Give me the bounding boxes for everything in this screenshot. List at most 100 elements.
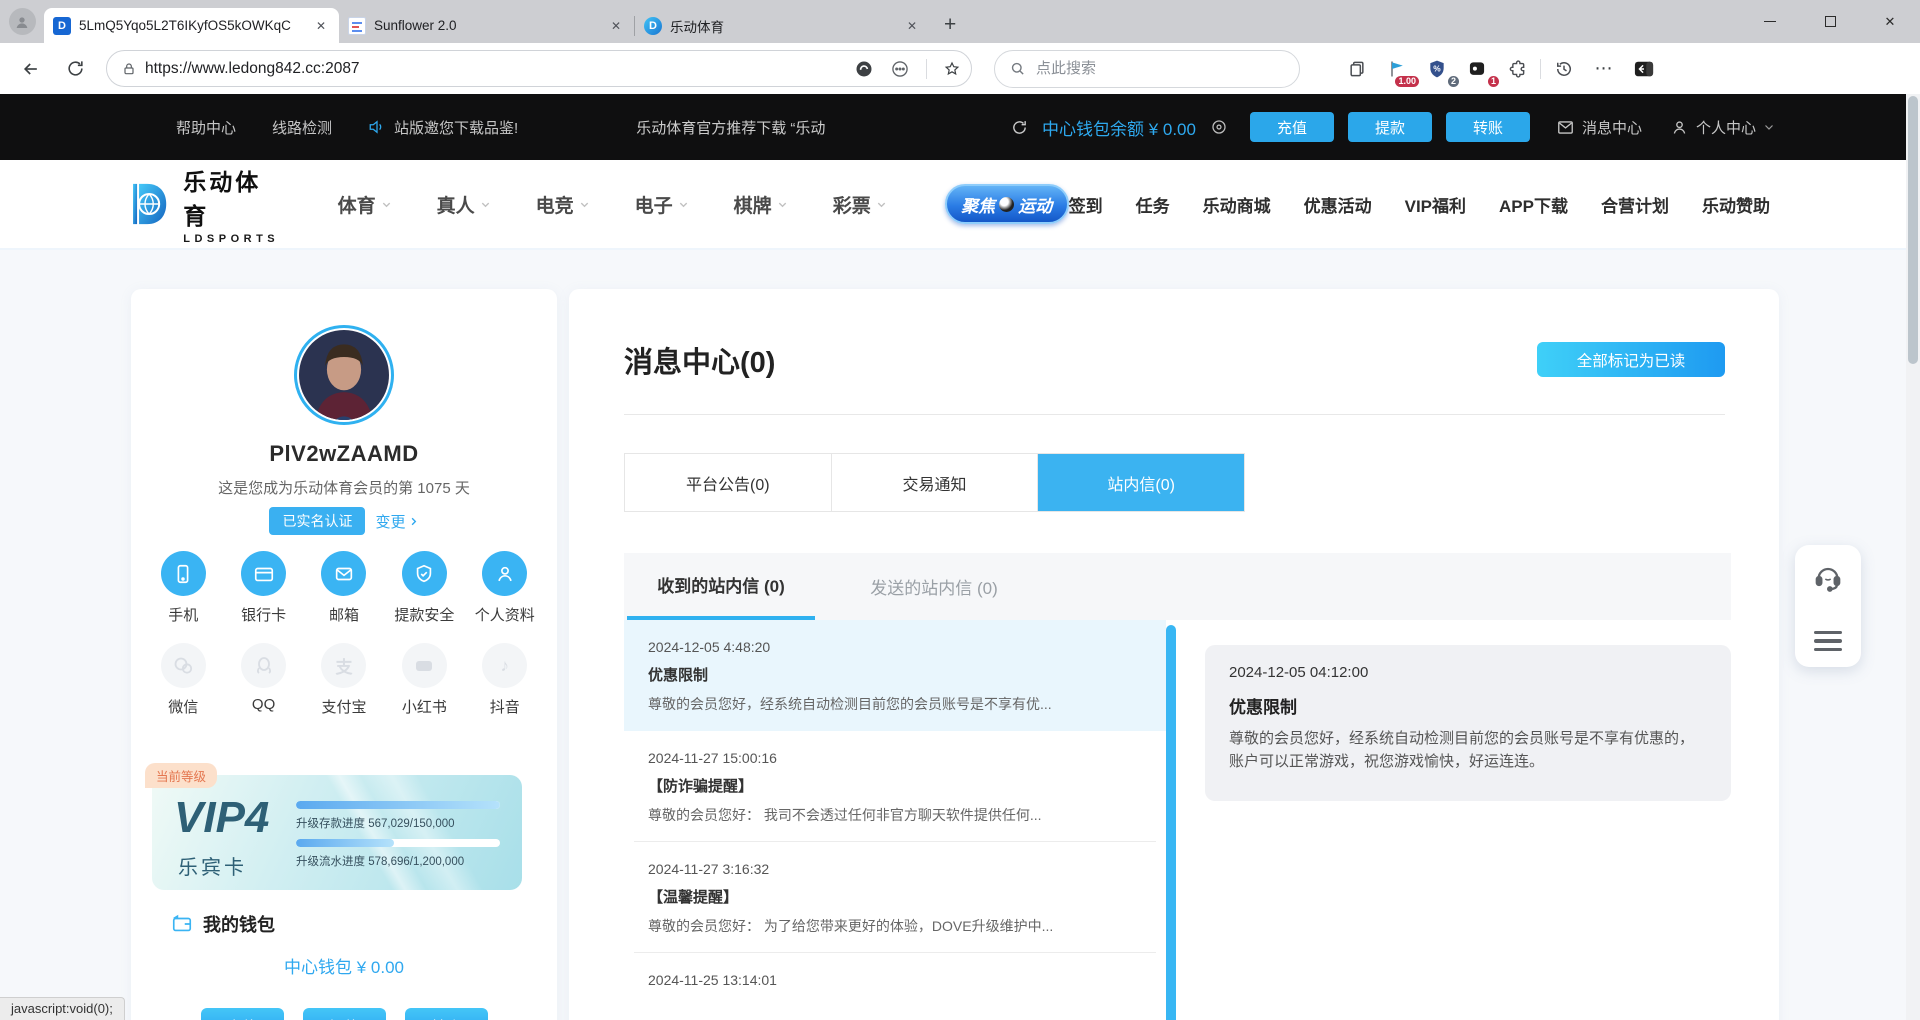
nav-link-checkin[interactable]: 签到 xyxy=(1069,192,1103,217)
message-center-link[interactable]: 消息中心 xyxy=(1556,117,1642,138)
nav-menu-slots[interactable]: 电子 xyxy=(635,191,689,218)
deposit-button[interactable]: 充值 xyxy=(1250,112,1334,142)
message-date: 2024-11-27 15:00:16 xyxy=(648,750,1142,766)
social-item-douyin[interactable]: ♪ 抖音 xyxy=(465,643,545,717)
personal-center-link[interactable]: 个人中心 xyxy=(1670,117,1775,138)
history-icon[interactable] xyxy=(1547,52,1581,86)
search-input[interactable] xyxy=(1036,60,1285,77)
tab-close-icon[interactable]: ✕ xyxy=(312,17,330,35)
collections-icon[interactable] xyxy=(1340,52,1374,86)
customer-service-headset-icon[interactable] xyxy=(1812,561,1844,593)
help-center-link[interactable]: 帮助中心 xyxy=(176,117,236,138)
nav-link-vip[interactable]: VIP福利 xyxy=(1405,192,1466,217)
maximize-button[interactable] xyxy=(1800,0,1860,43)
chevron-down-icon xyxy=(777,199,788,210)
tab-transaction-notices[interactable]: 交易通知 xyxy=(832,454,1039,511)
security-item-bankcard[interactable]: 银行卡 xyxy=(223,551,303,625)
address-bar[interactable]: https://www.ledong842.cc:2087 xyxy=(106,50,972,87)
tab2-favicon-icon xyxy=(348,17,366,35)
nav-menu-sports[interactable]: 体育 xyxy=(338,191,392,218)
security-item-email[interactable]: 邮箱 xyxy=(304,551,384,625)
tab-close-icon[interactable]: ✕ xyxy=(903,17,921,35)
minimize-button[interactable] xyxy=(1740,0,1800,43)
invite-text: 站版邀您下载品鉴! xyxy=(394,117,518,138)
line-check-link[interactable]: 线路检测 xyxy=(272,117,332,138)
sidebar-withdraw-button[interactable]: 提款 xyxy=(303,1008,386,1020)
message-item[interactable]: 2024-11-27 15:00:16 【防诈骗提醒】 尊敬的会员您好： 我司不… xyxy=(624,731,1166,842)
transfer-button[interactable]: 转账 xyxy=(1446,112,1530,142)
subtab-received-mail[interactable]: 收到的站内信 (0) xyxy=(627,553,815,620)
vip-level-card[interactable]: 当前等级 VIP4 乐宾卡 升级存款进度 567,029/150,000 升级流… xyxy=(152,775,522,890)
tab-platform-announcements[interactable]: 平台公告(0) xyxy=(625,454,832,511)
message-item[interactable]: 2024-12-05 4:48:20 优惠限制 尊敬的会员您好，经系统自动检测目… xyxy=(624,620,1166,731)
floating-service-widget xyxy=(1795,545,1861,667)
favorite-star-icon[interactable] xyxy=(943,60,961,78)
nav-link-app[interactable]: APP下载 xyxy=(1499,192,1568,217)
sidebar-deposit-button[interactable]: 充值 xyxy=(201,1008,284,1020)
message-title: 优惠限制 xyxy=(648,664,1142,685)
more-menu-icon[interactable]: ⋯ xyxy=(1587,52,1621,86)
tab-close-icon[interactable]: ✕ xyxy=(607,17,625,35)
refresh-icon[interactable] xyxy=(58,52,92,86)
message-list-scrollbar[interactable] xyxy=(1166,625,1176,1020)
nav-link-mall[interactable]: 乐动商城 xyxy=(1203,192,1271,217)
quick-search-box[interactable] xyxy=(994,50,1300,88)
nav-menu-esports[interactable]: 电竞 xyxy=(536,191,590,218)
shield-extension-icon[interactable]: % 2 xyxy=(1420,52,1454,86)
message-item[interactable]: 2024-11-27 3:16:32 【温馨提醒】 尊敬的会员您好： 为了给您带… xyxy=(624,842,1166,953)
user-icon xyxy=(482,551,527,596)
page-scrollbar[interactable] xyxy=(1906,94,1920,1020)
avatar[interactable] xyxy=(294,325,394,425)
tab-title: 乐动体育 xyxy=(670,16,895,36)
extensions-puzzle-icon[interactable] xyxy=(1500,52,1534,86)
nav-menu-live[interactable]: 真人 xyxy=(437,191,491,218)
scrollbar-thumb[interactable] xyxy=(1908,96,1918,364)
subtab-sent-mail[interactable]: 发送的站内信 (0) xyxy=(849,553,1019,620)
security-item-profile[interactable]: 个人资料 xyxy=(465,551,545,625)
shield-check-icon xyxy=(402,551,447,596)
new-tab-button[interactable]: + xyxy=(930,13,970,43)
site-logo[interactable]: 乐动体育 LDSPORTS xyxy=(125,163,284,245)
chat-badge: 1 xyxy=(1488,76,1499,87)
nav-menu-chess[interactable]: 棋牌 xyxy=(734,191,788,218)
nav-link-promos[interactable]: 优惠活动 xyxy=(1304,192,1372,217)
close-button[interactable]: ✕ xyxy=(1860,0,1920,43)
security-item-phone[interactable]: 手机 xyxy=(143,551,223,625)
chat-extension-icon[interactable]: 1 xyxy=(1460,52,1494,86)
sidebar-transfer-button[interactable]: 转账 xyxy=(405,1008,488,1020)
message-item[interactable]: 2024-11-25 13:14:01 xyxy=(624,953,1166,1005)
nav-menu-lottery[interactable]: 彩票 xyxy=(833,191,887,218)
social-item-xiaohongshu[interactable]: 小红书 xyxy=(384,643,464,717)
browser-toolbar: https://www.ledong842.cc:2087 xyxy=(0,43,1920,94)
more-page-actions-icon[interactable] xyxy=(890,59,910,79)
mark-all-read-button[interactable]: 全部标记为已读 xyxy=(1537,342,1725,377)
nav-link-affiliate[interactable]: 合营计划 xyxy=(1601,192,1669,217)
toggle-balance-icon[interactable] xyxy=(1210,118,1228,136)
social-item-alipay[interactable]: 支 支付宝 xyxy=(304,643,384,717)
withdraw-button[interactable]: 提款 xyxy=(1348,112,1432,142)
browser-tab-1[interactable]: D 5LmQ5Yqo5L2T6IKyfOS5kOWKqC ✕ xyxy=(44,8,339,43)
security-item-withdraw-safety[interactable]: 提款安全 xyxy=(384,551,464,625)
menu-hamburger-icon[interactable] xyxy=(1814,631,1842,652)
pennant-extension-icon[interactable]: 1.00 xyxy=(1380,52,1414,86)
browser-tab-3[interactable]: D 乐动体育 ✕ xyxy=(635,8,930,43)
copilot-sidebar-icon[interactable] xyxy=(1627,52,1661,86)
message-date: 2024-11-25 13:14:01 xyxy=(648,972,1142,988)
focus-sports-banner[interactable]: 聚焦 运动 xyxy=(945,184,1069,224)
nav-link-tasks[interactable]: 任务 xyxy=(1136,192,1170,217)
page-insights-icon[interactable] xyxy=(854,59,874,79)
personal-center-label: 个人中心 xyxy=(1696,117,1756,138)
back-icon[interactable] xyxy=(14,52,48,86)
browser-tab-2[interactable]: Sunflower 2.0 ✕ xyxy=(339,8,634,43)
mail-icon xyxy=(321,551,366,596)
social-item-wechat[interactable]: 微信 xyxy=(143,643,223,717)
nav-link-sponsor[interactable]: 乐动赞助 xyxy=(1702,192,1770,217)
download-invite[interactable]: 站版邀您下载品鉴! xyxy=(368,117,518,138)
balance-refresh-icon[interactable] xyxy=(1011,119,1028,136)
change-link[interactable]: 变更 xyxy=(375,511,418,532)
chevron-down-icon xyxy=(678,199,689,210)
browser-profile-avatar[interactable] xyxy=(0,0,44,43)
social-item-qq[interactable]: QQ xyxy=(223,643,303,717)
profile-sidebar: PlV2wZAAMD 这是您成为乐动体育会员的第 1075 天 已实名认证 变更… xyxy=(131,289,557,1020)
tab-site-mail[interactable]: 站内信(0) xyxy=(1038,454,1244,511)
